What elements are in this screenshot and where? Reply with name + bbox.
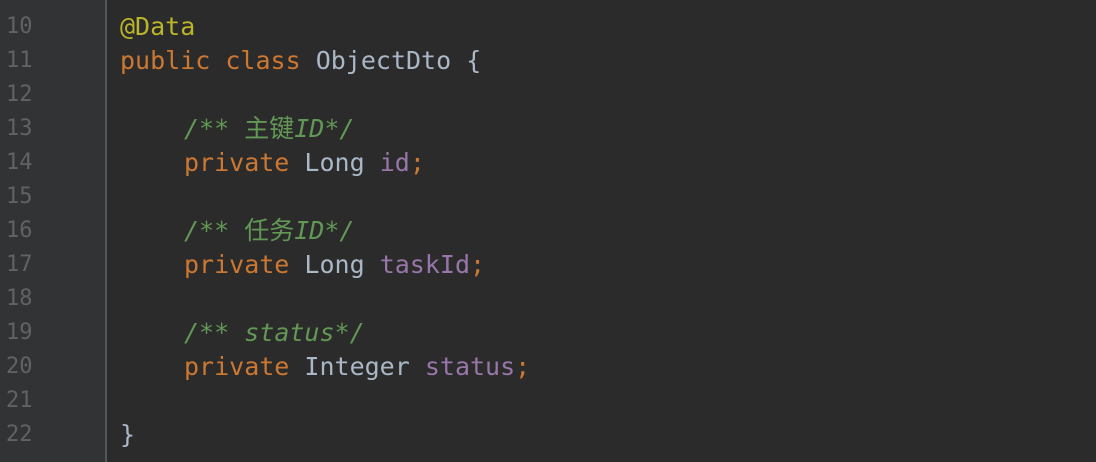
private-keyword: private xyxy=(184,148,290,177)
field-type: Long xyxy=(304,250,365,279)
line-number: 10 xyxy=(6,14,33,39)
comment-open: /** xyxy=(184,114,230,143)
field-type: Integer xyxy=(304,352,410,381)
comment-open: /** xyxy=(184,216,230,245)
comment-close: */ xyxy=(324,114,355,143)
comment-text-cjk: 主键 xyxy=(244,114,295,143)
annotation-token: @Data xyxy=(120,12,196,41)
comment-text: ID xyxy=(294,114,325,143)
code-line-class-declaration[interactable]: public class ObjectDto { xyxy=(120,44,481,78)
semicolon: ; xyxy=(470,250,486,279)
field-name: taskId xyxy=(379,250,471,279)
gutter-divider xyxy=(105,0,107,462)
field-name: id xyxy=(379,148,410,177)
code-line-close-brace[interactable]: } xyxy=(120,418,135,452)
open-brace: { xyxy=(466,46,482,75)
code-editor[interactable]: 10 11 12 13 14 15 16 17 18 19 20 21 22 @… xyxy=(0,0,1096,462)
code-line-comment[interactable]: /** 任务ID*/ xyxy=(120,214,354,248)
code-line-annotation[interactable]: @Data xyxy=(120,10,195,44)
line-number: 20 xyxy=(6,354,33,379)
field-name: status xyxy=(424,352,516,381)
class-name: ObjectDto xyxy=(315,46,452,75)
private-keyword: private xyxy=(184,250,290,279)
code-line-field-declaration[interactable]: private Long id; xyxy=(120,146,425,180)
comment-text: status xyxy=(244,318,335,347)
line-number: 15 xyxy=(6,184,33,209)
code-line-field-declaration[interactable]: private Long taskId; xyxy=(120,248,485,282)
line-number: 19 xyxy=(6,320,33,345)
comment-text-cjk: 任务 xyxy=(244,216,295,245)
comment-text: ID xyxy=(294,216,325,245)
line-number: 12 xyxy=(6,82,33,107)
code-line-field-declaration[interactable]: private Integer status; xyxy=(120,350,530,384)
comment-open: /** xyxy=(184,318,230,347)
line-number: 22 xyxy=(6,422,33,447)
class-keyword: class xyxy=(225,46,301,75)
semicolon: ; xyxy=(515,352,531,381)
close-brace: } xyxy=(120,420,136,449)
line-number: 11 xyxy=(6,48,33,73)
public-keyword: public xyxy=(120,46,211,75)
line-number: 17 xyxy=(6,252,33,277)
comment-close: */ xyxy=(334,318,365,347)
field-type: Long xyxy=(304,148,365,177)
line-number-gutter: 10 11 12 13 14 15 16 17 18 19 20 21 22 xyxy=(0,0,105,462)
line-number: 16 xyxy=(6,218,33,243)
line-number: 13 xyxy=(6,116,33,141)
line-number: 21 xyxy=(6,388,33,413)
comment-close: */ xyxy=(324,216,355,245)
line-number: 18 xyxy=(6,286,33,311)
code-line-comment[interactable]: /** status*/ xyxy=(120,316,365,350)
private-keyword: private xyxy=(184,352,290,381)
line-number: 14 xyxy=(6,150,33,175)
code-line-comment[interactable]: /** 主键ID*/ xyxy=(120,112,354,146)
semicolon: ; xyxy=(409,148,425,177)
